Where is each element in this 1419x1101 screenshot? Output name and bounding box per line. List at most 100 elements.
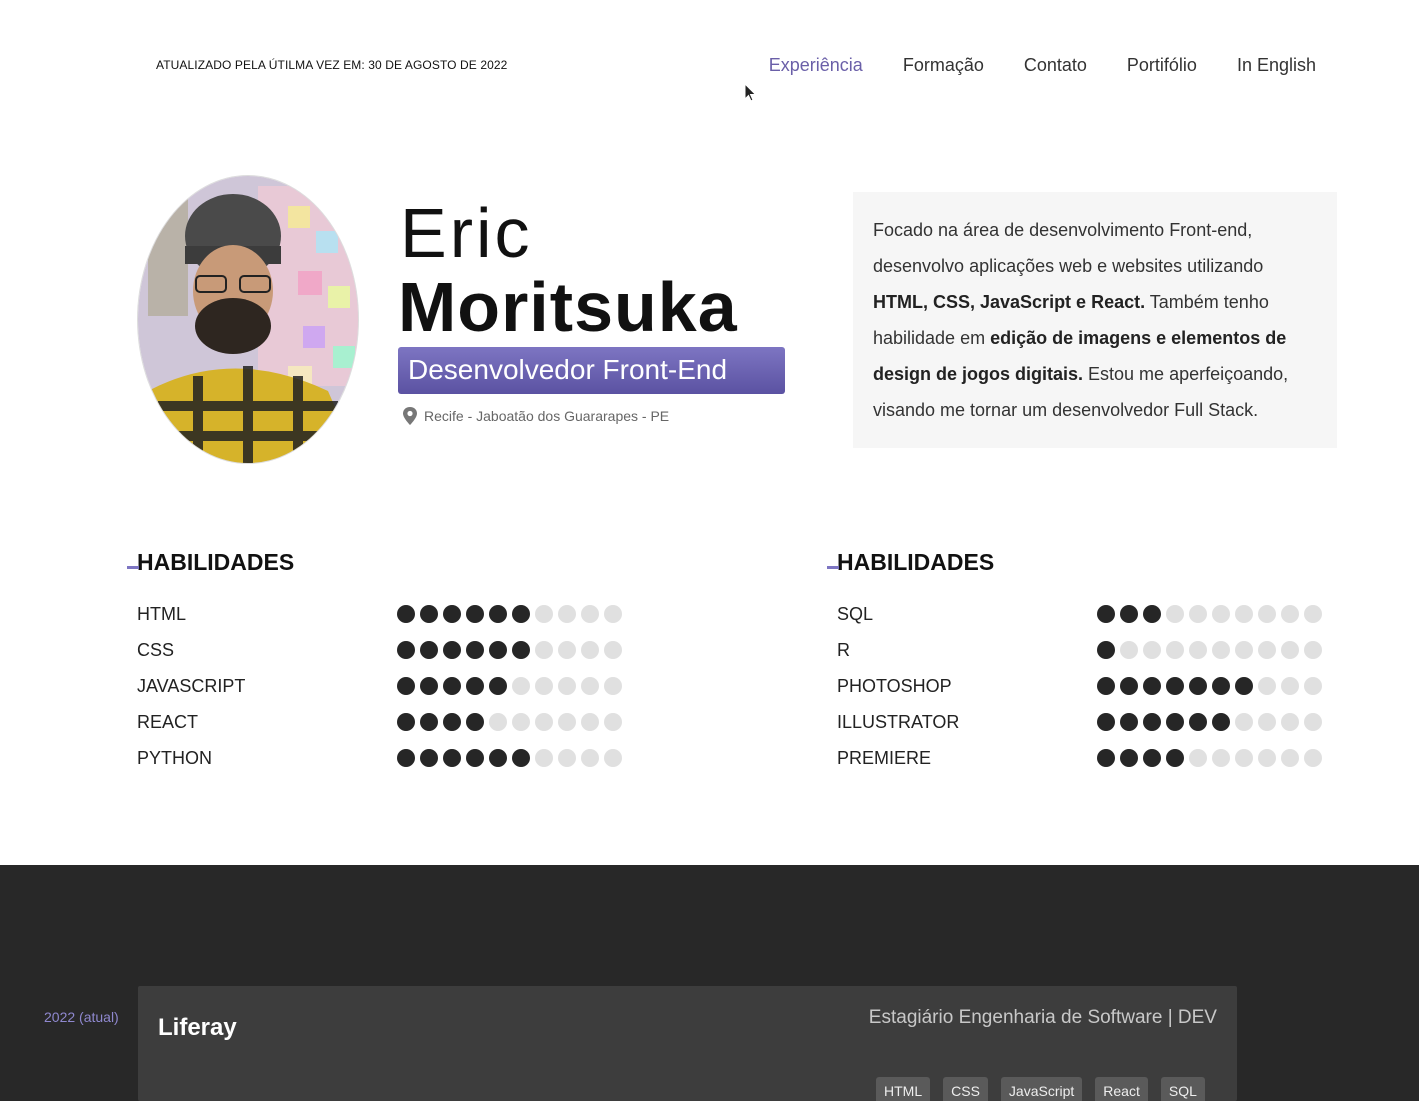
rating-dot-empty bbox=[581, 605, 599, 623]
rating-dot-filled bbox=[1120, 713, 1138, 731]
rating-dot-empty bbox=[1258, 605, 1276, 623]
rating-dot-empty bbox=[1304, 641, 1322, 659]
skill-name: ILLUSTRATOR bbox=[837, 712, 960, 732]
job-title-badge: Desenvolvedor Front-End bbox=[398, 347, 785, 394]
rating-dot-empty bbox=[1281, 749, 1299, 767]
rating-dot-empty bbox=[489, 713, 507, 731]
profile-photo bbox=[137, 175, 359, 464]
skill-rating bbox=[1097, 677, 1322, 695]
rating-dot-empty bbox=[512, 677, 530, 695]
skill-row: PYTHON bbox=[137, 740, 627, 776]
rating-dot-filled bbox=[489, 641, 507, 659]
rating-dot-filled bbox=[397, 641, 415, 659]
rating-dot-filled bbox=[1143, 749, 1161, 767]
rating-dot-filled bbox=[420, 749, 438, 767]
rating-dot-empty bbox=[604, 677, 622, 695]
rating-dot-empty bbox=[1304, 749, 1322, 767]
nav-portifolio[interactable]: Portifólio bbox=[1127, 55, 1197, 76]
rating-dot-empty bbox=[535, 641, 553, 659]
skill-row: R bbox=[837, 632, 1327, 668]
rating-dot-empty bbox=[581, 677, 599, 695]
rating-dot-filled bbox=[397, 713, 415, 731]
rating-dot-empty bbox=[535, 713, 553, 731]
rating-dot-empty bbox=[604, 749, 622, 767]
rating-dot-empty bbox=[1143, 641, 1161, 659]
rating-dot-empty bbox=[1166, 605, 1184, 623]
rating-dot-empty bbox=[1281, 677, 1299, 695]
skill-name: PREMIERE bbox=[837, 748, 932, 768]
nav-experiencia[interactable]: Experiência bbox=[769, 55, 863, 76]
skill-rating bbox=[397, 641, 622, 659]
skill-rating bbox=[1097, 605, 1322, 623]
skill-rating bbox=[397, 713, 622, 731]
rating-dot-empty bbox=[558, 713, 576, 731]
skill-row: SQL bbox=[837, 596, 1327, 632]
nav-contato[interactable]: Contato bbox=[1024, 55, 1087, 76]
rating-dot-filled bbox=[420, 605, 438, 623]
heading-accent-bar bbox=[827, 566, 839, 569]
rating-dot-empty bbox=[1212, 749, 1230, 767]
rating-dot-filled bbox=[397, 605, 415, 623]
rating-dot-empty bbox=[558, 641, 576, 659]
rating-dot-filled bbox=[512, 641, 530, 659]
rating-dot-empty bbox=[1189, 605, 1207, 623]
rating-dot-filled bbox=[1166, 749, 1184, 767]
nav-formacao[interactable]: Formação bbox=[903, 55, 984, 76]
rating-dot-filled bbox=[397, 677, 415, 695]
rating-dot-empty bbox=[604, 641, 622, 659]
first-name: Eric bbox=[400, 194, 533, 272]
rating-dot-empty bbox=[1304, 713, 1322, 731]
rating-dot-empty bbox=[1258, 749, 1276, 767]
rating-dot-filled bbox=[1166, 677, 1184, 695]
skill-name: JAVASCRIPT bbox=[137, 676, 246, 696]
rating-dot-empty bbox=[1258, 677, 1276, 695]
skill-rating bbox=[397, 749, 622, 767]
rating-dot-empty bbox=[1235, 749, 1253, 767]
rating-dot-filled bbox=[512, 605, 530, 623]
skill-name: REACT bbox=[137, 712, 199, 732]
nav-in-english[interactable]: In English bbox=[1237, 55, 1316, 76]
heading-accent-bar bbox=[127, 566, 139, 569]
rating-dot-empty bbox=[1212, 641, 1230, 659]
rating-dot-empty bbox=[581, 641, 599, 659]
skill-row: ILLUSTRATOR bbox=[837, 704, 1327, 740]
summary-highlight: HTML, CSS, JavaScript e React. bbox=[873, 292, 1146, 312]
rating-dot-empty bbox=[558, 605, 576, 623]
mouse-cursor-icon bbox=[744, 83, 757, 102]
rating-dot-empty bbox=[1166, 641, 1184, 659]
rating-dot-empty bbox=[1235, 641, 1253, 659]
rating-dot-filled bbox=[420, 677, 438, 695]
rating-dot-empty bbox=[1304, 605, 1322, 623]
skill-row: REACT bbox=[137, 704, 627, 740]
rating-dot-filled bbox=[489, 749, 507, 767]
rating-dot-empty bbox=[1281, 641, 1299, 659]
skills-heading-text: HABILIDADES bbox=[837, 549, 995, 575]
rating-dot-filled bbox=[1120, 749, 1138, 767]
rating-dot-empty bbox=[1212, 605, 1230, 623]
rating-dot-filled bbox=[443, 641, 461, 659]
rating-dot-empty bbox=[1258, 713, 1276, 731]
skill-name: R bbox=[837, 640, 850, 660]
rating-dot-filled bbox=[443, 749, 461, 767]
skill-rating bbox=[1097, 749, 1322, 767]
rating-dot-empty bbox=[1281, 713, 1299, 731]
rating-dot-filled bbox=[443, 605, 461, 623]
last-updated-text: ATUALIZADO PELA ÚTILMA VEZ EM: 30 DE AGO… bbox=[156, 58, 508, 72]
rating-dot-filled bbox=[466, 641, 484, 659]
skill-name: PHOTOSHOP bbox=[837, 676, 952, 696]
skill-rating bbox=[1097, 641, 1322, 659]
tech-tag: CSS bbox=[943, 1077, 988, 1101]
skills-heading: HABILIDADES bbox=[827, 545, 1327, 579]
rating-dot-filled bbox=[1097, 749, 1115, 767]
skill-rating bbox=[397, 677, 622, 695]
skills-section-left: HABILIDADES HTML CSS JAVASCRIPT REACT PYTHON bbox=[127, 545, 627, 768]
rating-dot-empty bbox=[604, 605, 622, 623]
rating-dot-empty bbox=[1189, 641, 1207, 659]
skill-row: HTML bbox=[137, 596, 627, 632]
skills-section-right: HABILIDADES SQL R PHOTOSHOP ILLUSTRATOR PREM… bbox=[827, 545, 1327, 768]
skill-row: CSS bbox=[137, 632, 627, 668]
rating-dot-empty bbox=[581, 749, 599, 767]
rating-dot-filled bbox=[1097, 713, 1115, 731]
tech-tag: HTML bbox=[876, 1077, 931, 1101]
rating-dot-empty bbox=[1304, 677, 1322, 695]
